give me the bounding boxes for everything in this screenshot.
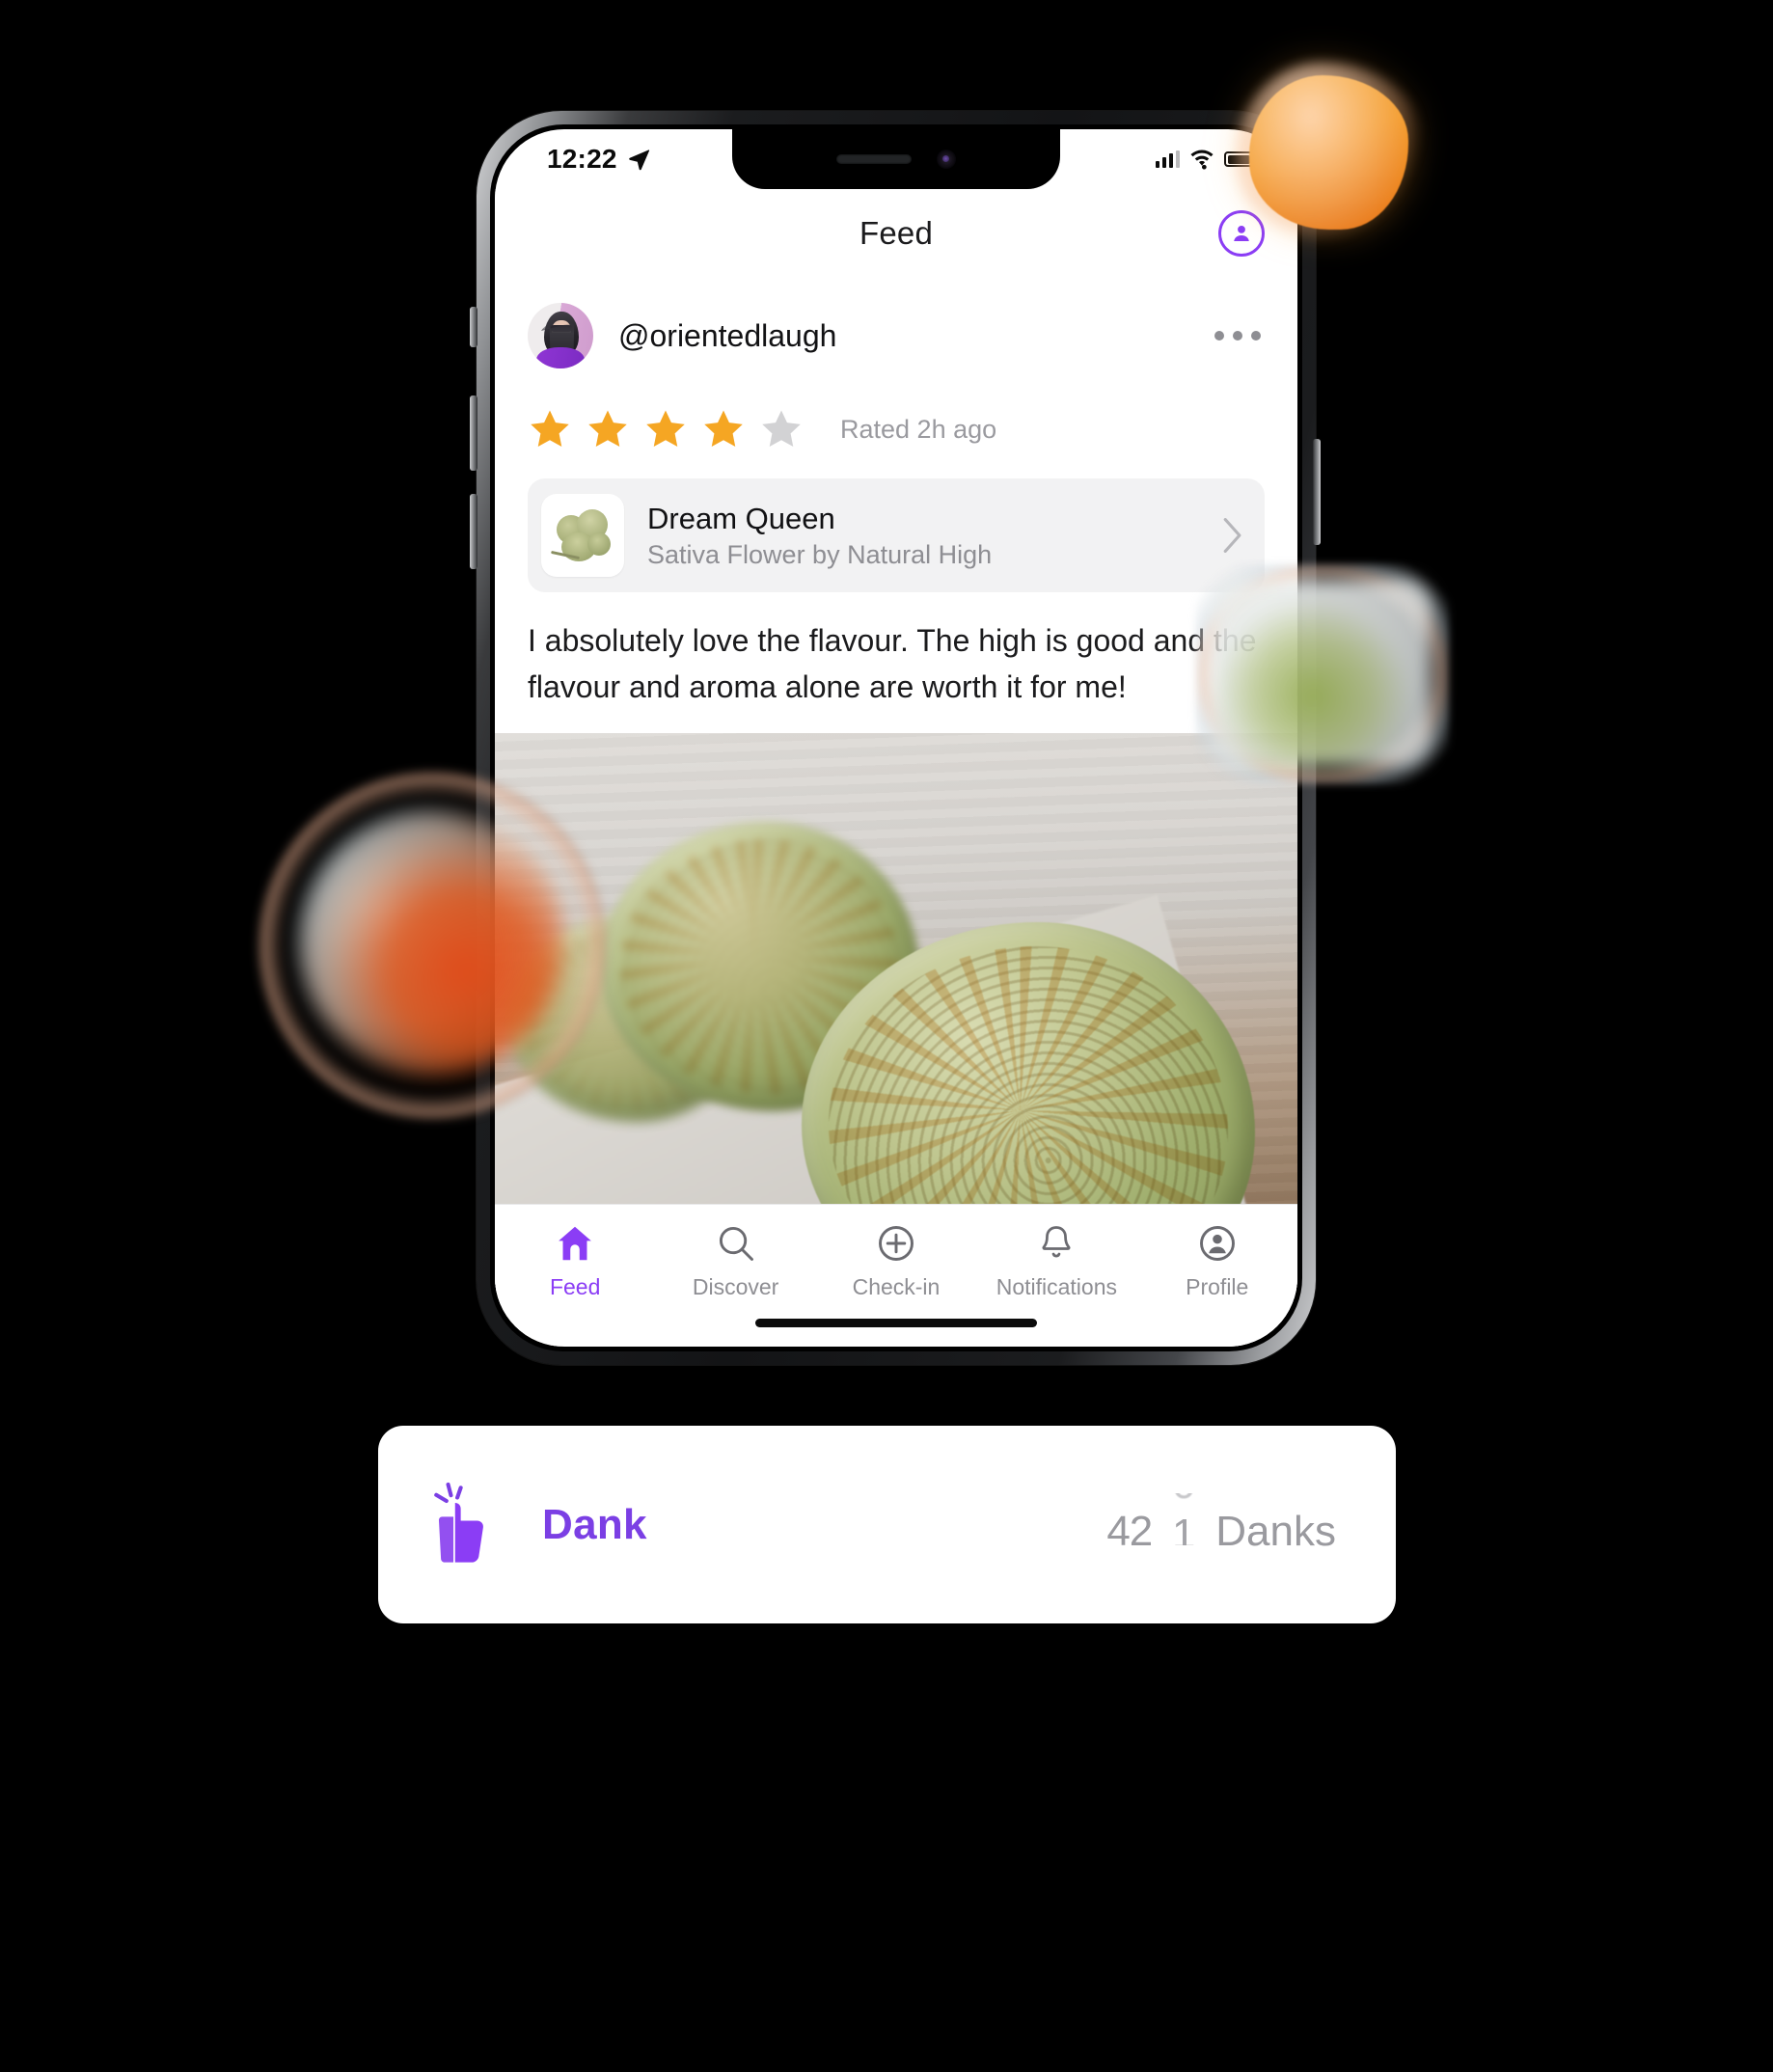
search-icon: [719, 1226, 753, 1261]
volume-down-button[interactable]: [470, 494, 477, 569]
review-body: I absolutely love the flavour. The high …: [528, 623, 1257, 704]
plus-circle-icon: [879, 1226, 914, 1261]
blurred-product-card: [1211, 579, 1432, 767]
blurred-orange-circle: [299, 810, 564, 1076]
tab-notifications-label: Notifications: [996, 1274, 1117, 1299]
thumbs-up-icon: [434, 1482, 483, 1563]
home-indicator[interactable]: [755, 1319, 1037, 1327]
product-name: Dream Queen: [647, 501, 835, 535]
star-filled-icon: [531, 410, 569, 448]
person-circle-icon: [1199, 1226, 1235, 1261]
volume-up-button[interactable]: [470, 395, 477, 471]
scene: 12:22 Feed @orientedlaugh Rated 2h ago D…: [0, 0, 1773, 2072]
tab-discover-label: Discover: [692, 1274, 779, 1299]
tab-check-in[interactable]: Check-in: [824, 1222, 968, 1300]
tab-check-in-label: Check-in: [852, 1274, 941, 1299]
tab-profile-label: Profile: [1186, 1274, 1249, 1299]
rating-timestamp: Rated 2h ago: [840, 414, 997, 444]
dank-button[interactable]: Dank: [430, 1480, 647, 1570]
product-text: Dream Queen Sativa Flower by Natural Hig…: [647, 502, 992, 570]
orange-blob-shape: [1249, 75, 1408, 230]
tab-feed-label: Feed: [549, 1274, 601, 1299]
home-icon: [559, 1226, 592, 1261]
star-filled-icon: [646, 410, 685, 448]
status-time: 12:22: [547, 144, 617, 174]
header-profile-button[interactable]: [1218, 210, 1265, 257]
dank-count-number: 42: [1106, 1508, 1153, 1555]
cellular-signal-icon: [1155, 150, 1180, 168]
dank-count-label: Danks: [1215, 1508, 1336, 1555]
mute-switch[interactable]: [470, 307, 477, 347]
star-filled-icon: [704, 410, 743, 448]
feed-list[interactable]: @orientedlaugh Rated 2h ago Dream Queen …: [495, 278, 1297, 1347]
status-bar-left: 12:22: [547, 144, 651, 175]
dank-label: Dank: [542, 1500, 647, 1548]
more-options-icon[interactable]: [1211, 331, 1265, 341]
wifi-icon: [1190, 150, 1214, 170]
dank-action-card[interactable]: Dank 42 01 Danks: [378, 1426, 1396, 1623]
dank-count-digit-in: 1: [1172, 1511, 1196, 1545]
avatar-shirt: [536, 347, 585, 368]
tab-notifications[interactable]: Notifications: [984, 1222, 1129, 1300]
phone-screen: 12:22 Feed @orientedlaugh Rated 2h ago D…: [495, 129, 1297, 1347]
tab-profile[interactable]: Profile: [1145, 1222, 1290, 1300]
post-header: @orientedlaugh: [495, 278, 1297, 386]
nav-bar: Feed: [495, 189, 1297, 278]
location-arrow-icon: [628, 150, 649, 171]
post-username[interactable]: @orientedlaugh: [618, 318, 836, 354]
avatar[interactable]: [528, 303, 593, 368]
star-filled-icon: [588, 410, 627, 448]
dank-count-rolling-digit: 01: [1169, 1493, 1198, 1545]
phone-frame: 12:22 Feed @orientedlaugh Rated 2h ago D…: [477, 111, 1316, 1365]
chevron-right-icon: [1223, 518, 1241, 553]
tab-feed[interactable]: Feed: [503, 1222, 647, 1300]
star-empty-icon: [762, 410, 801, 448]
tab-discover[interactable]: Discover: [664, 1222, 808, 1300]
product-card[interactable]: Dream Queen Sativa Flower by Natural Hig…: [528, 478, 1265, 592]
phone-bezel: 12:22 Feed @orientedlaugh Rated 2h ago D…: [490, 124, 1302, 1351]
bell-icon: [1042, 1226, 1071, 1258]
power-button[interactable]: [1313, 439, 1321, 545]
status-bar: 12:22: [495, 129, 1297, 189]
page-title: Feed: [859, 215, 934, 251]
product-thumbnail: [541, 494, 624, 577]
dank-count: 42 01 Danks: [1106, 1493, 1336, 1556]
rating-row: Rated 2h ago: [495, 386, 1297, 469]
post-photo[interactable]: [495, 733, 1297, 1235]
person-icon: [1234, 225, 1249, 242]
product-subtitle: Sativa Flower by Natural High: [647, 539, 993, 569]
